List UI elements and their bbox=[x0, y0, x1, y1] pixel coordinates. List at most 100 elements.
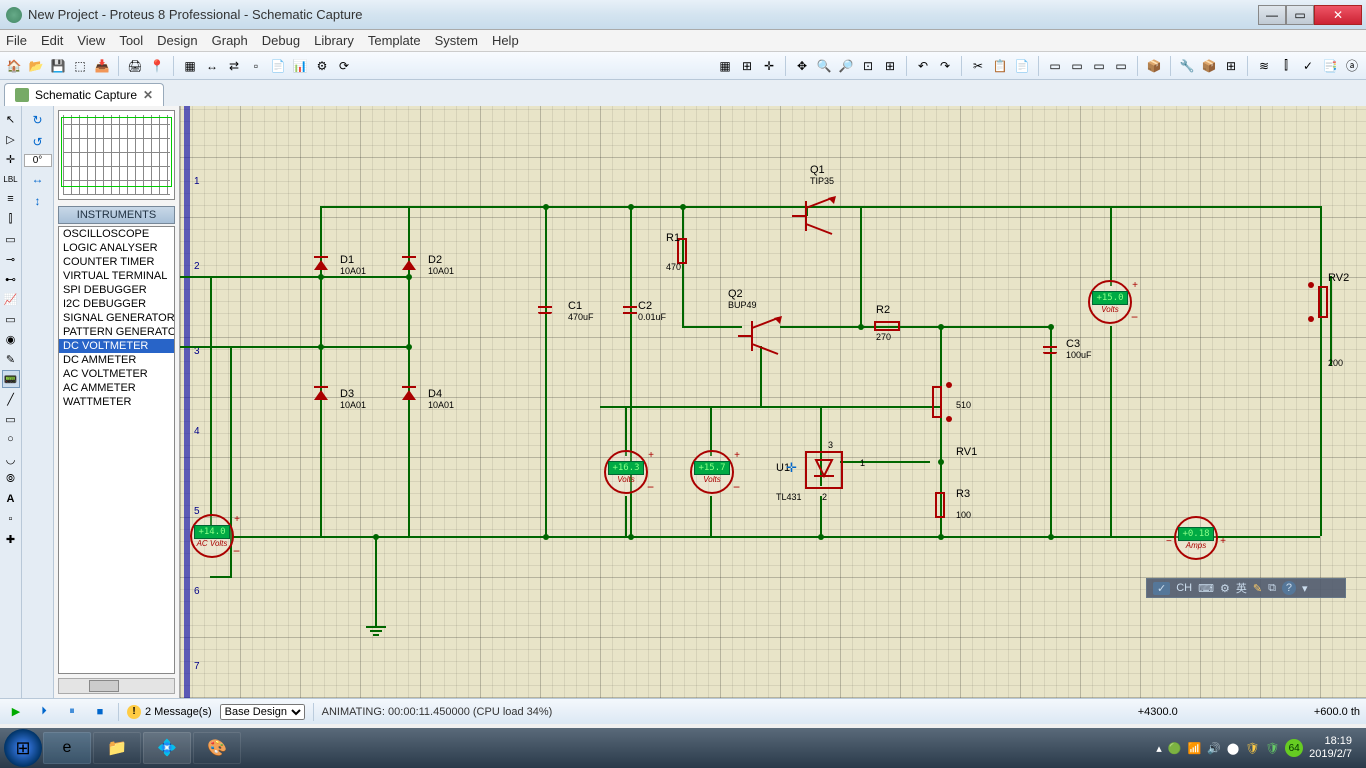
junction-icon[interactable]: ✛ bbox=[2, 150, 20, 168]
zoom-out-icon[interactable]: 🔎 bbox=[836, 56, 856, 76]
diode-d2[interactable] bbox=[402, 256, 416, 270]
maximize-button[interactable]: ▭ bbox=[1286, 5, 1314, 25]
list-item[interactable]: COUNTER TIMER bbox=[59, 255, 174, 269]
chip-icon[interactable]: ⚙ bbox=[312, 56, 332, 76]
wire-icon[interactable]: ≋ bbox=[1254, 56, 1274, 76]
diode-d1[interactable] bbox=[314, 256, 328, 270]
transistor-q1[interactable] bbox=[792, 196, 852, 241]
tray-icon[interactable]: 🟢 bbox=[1168, 742, 1182, 755]
play-button[interactable]: ▶ bbox=[6, 702, 26, 722]
tray-network-icon[interactable]: 📶 bbox=[1188, 742, 1202, 755]
line-icon[interactable]: ╱ bbox=[2, 390, 20, 408]
list-item[interactable]: AC VOLTMETER bbox=[59, 367, 174, 381]
list-item[interactable]: VIRTUAL TERMINAL bbox=[59, 269, 174, 283]
import-icon[interactable]: 📥 bbox=[92, 56, 112, 76]
origin-icon[interactable]: ✛ bbox=[759, 56, 779, 76]
angle-input[interactable] bbox=[24, 154, 52, 167]
list-item[interactable]: I2C DEBUGGER bbox=[59, 297, 174, 311]
arm-icon[interactable]: ⓐ bbox=[1342, 56, 1362, 76]
tray-badge[interactable]: 64 bbox=[1285, 739, 1303, 757]
tray-volume-icon[interactable]: 🔊 bbox=[1207, 742, 1221, 755]
tool-a-icon[interactable]: ▫ bbox=[246, 56, 266, 76]
dc-ammeter[interactable]: +0.18 Amps − + bbox=[1174, 516, 1218, 560]
list-item[interactable]: PATTERN GENERATO bbox=[59, 325, 174, 339]
subckt-icon[interactable]: ▭ bbox=[2, 230, 20, 248]
snap-icon[interactable]: ▦ bbox=[715, 56, 735, 76]
flip-v-icon[interactable]: ↕ bbox=[27, 191, 49, 211]
tab-close-icon[interactable]: ✕ bbox=[143, 88, 153, 102]
text-icon[interactable]: A bbox=[2, 490, 20, 508]
close-button[interactable]: ✕ bbox=[1314, 5, 1362, 25]
path-icon[interactable]: ⦾ bbox=[2, 470, 20, 488]
ime-icon[interactable]: ⌨ bbox=[1198, 582, 1214, 595]
new-icon[interactable]: 🏠 bbox=[4, 56, 24, 76]
align-icon[interactable]: ↔ bbox=[202, 56, 222, 76]
taskbar[interactable]: ⊞ e 📁 💠 🎨 ▴ 🟢 📶 🔊 ⬤ 🛡 🛡 64 18:19 2019/2/… bbox=[0, 728, 1366, 768]
rotate-ccw-icon[interactable]: ↺ bbox=[27, 132, 49, 152]
gen-icon[interactable]: ◉ bbox=[2, 330, 20, 348]
ime-icon[interactable]: ⚙ bbox=[1220, 582, 1230, 595]
decomp-icon[interactable]: ⊞ bbox=[1221, 56, 1241, 76]
menu-debug[interactable]: Debug bbox=[262, 33, 300, 48]
block-move-icon[interactable]: ▭ bbox=[1067, 56, 1087, 76]
pot-rv1[interactable] bbox=[932, 386, 942, 418]
net-icon[interactable]: ⫿ bbox=[1276, 56, 1296, 76]
ime-icon[interactable]: ⧉ bbox=[1268, 582, 1276, 595]
transistor-q2[interactable] bbox=[738, 316, 798, 361]
menu-view[interactable]: View bbox=[77, 33, 105, 48]
device-icon[interactable]: 🔧 bbox=[1177, 56, 1197, 76]
taskbar-explorer-icon[interactable]: 📁 bbox=[93, 732, 141, 764]
box-icon[interactable]: ▭ bbox=[2, 410, 20, 428]
dc-voltmeter-2[interactable]: +15.7 Volts +− bbox=[690, 450, 734, 494]
marker2-icon[interactable]: ✚ bbox=[2, 530, 20, 548]
marker-icon[interactable]: 📍 bbox=[147, 56, 167, 76]
ground-symbol[interactable] bbox=[366, 626, 386, 636]
sidebar-scrollbar[interactable] bbox=[58, 678, 175, 694]
start-button[interactable]: ⊞ bbox=[4, 729, 42, 767]
package-icon[interactable]: 📦 bbox=[1199, 56, 1219, 76]
pin-icon[interactable]: ⊷ bbox=[2, 270, 20, 288]
pause-button[interactable]: ⏸ bbox=[62, 702, 82, 722]
tray-chevron-icon[interactable]: ▴ bbox=[1156, 742, 1162, 755]
circle-icon[interactable]: ○ bbox=[2, 430, 20, 448]
list-item[interactable]: WATTMETER bbox=[59, 395, 174, 409]
menu-help[interactable]: Help bbox=[492, 33, 519, 48]
design-select[interactable]: Base Design bbox=[220, 704, 305, 720]
mirror-icon[interactable]: ⇄ bbox=[224, 56, 244, 76]
taskbar-paint-icon[interactable]: 🎨 bbox=[193, 732, 241, 764]
rotate-cw-icon[interactable]: ↻ bbox=[27, 110, 49, 130]
messages-indicator[interactable]: ! 2 Message(s) bbox=[127, 705, 212, 719]
ac-voltmeter[interactable]: +14.0 AC Volts +− bbox=[190, 514, 234, 558]
resistor-r3[interactable] bbox=[935, 492, 945, 518]
instruments-list[interactable]: OSCILLOSCOPE LOGIC ANALYSER COUNTER TIME… bbox=[58, 226, 175, 674]
list-item[interactable]: SPI DEBUGGER bbox=[59, 283, 174, 297]
probe-icon[interactable]: ✎ bbox=[2, 350, 20, 368]
copy-icon[interactable]: 📋 bbox=[990, 56, 1010, 76]
overview-panel[interactable] bbox=[58, 110, 175, 200]
block-delete-icon[interactable]: ▭ bbox=[1111, 56, 1131, 76]
pick-icon[interactable]: 📦 bbox=[1144, 56, 1164, 76]
tray-icon[interactable]: ⬤ bbox=[1227, 742, 1239, 755]
save-icon[interactable]: 💾 bbox=[48, 56, 68, 76]
print-icon[interactable]: 🖨 bbox=[125, 56, 145, 76]
list-item[interactable]: OSCILLOSCOPE bbox=[59, 227, 174, 241]
list-item[interactable]: LOGIC ANALYSER bbox=[59, 241, 174, 255]
menu-graph[interactable]: Graph bbox=[212, 33, 248, 48]
taskbar-clock[interactable]: 18:19 2019/2/7 bbox=[1309, 735, 1352, 761]
tab-schematic[interactable]: Schematic Capture ✕ bbox=[4, 83, 164, 106]
dc-voltmeter-3[interactable]: +15.0 Volts +− bbox=[1088, 280, 1132, 324]
dc-voltmeter-1[interactable]: +16.3 Volts +− bbox=[604, 450, 648, 494]
menu-library[interactable]: Library bbox=[314, 33, 354, 48]
ime-toolbar[interactable]: ✓ CH ⌨ ⚙ 英 ✎ ⧉ ? ▾ bbox=[1146, 578, 1346, 598]
diode-d3[interactable] bbox=[314, 386, 328, 400]
zoom-region-icon[interactable]: ⊞ bbox=[880, 56, 900, 76]
tray-shield2-icon[interactable]: 🛡 bbox=[1265, 742, 1279, 755]
list-item[interactable]: SIGNAL GENERATOR bbox=[59, 311, 174, 325]
paste-icon[interactable]: 📄 bbox=[1012, 56, 1032, 76]
component-icon[interactable]: ▷ bbox=[2, 130, 20, 148]
block-rotate-icon[interactable]: ▭ bbox=[1089, 56, 1109, 76]
menu-edit[interactable]: Edit bbox=[41, 33, 63, 48]
menu-file[interactable]: File bbox=[6, 33, 27, 48]
list-item[interactable]: DC VOLTMETER bbox=[59, 339, 174, 353]
select-icon[interactable]: ↖ bbox=[2, 110, 20, 128]
